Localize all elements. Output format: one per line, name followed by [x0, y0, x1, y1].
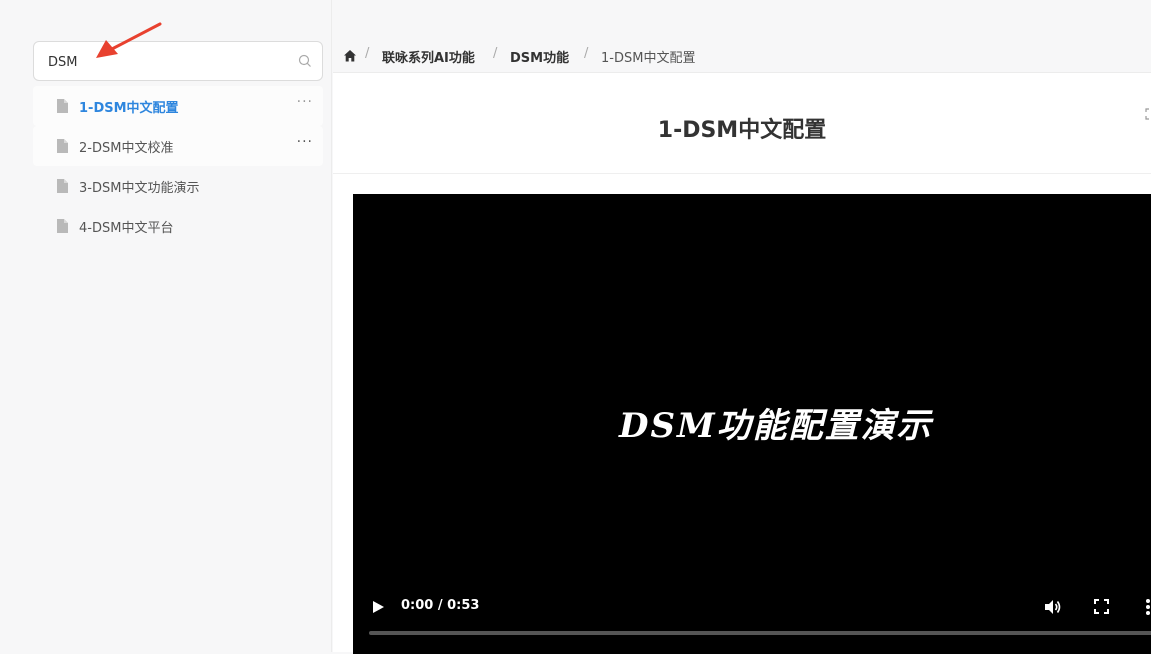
breadcrumb-separator: / [365, 46, 370, 61]
fullscreen-icon[interactable] [1094, 599, 1109, 614]
more-options-icon[interactable]: ··· [297, 94, 313, 110]
document-tree: 1-DSM中文配置 ··· 2-DSM中文校准 ··· 3-DSM中文功能演示 … [33, 86, 323, 246]
volume-icon[interactable] [1043, 598, 1061, 616]
search-icon[interactable] [298, 54, 312, 68]
search-input[interactable] [48, 51, 288, 73]
annotation-arrow-icon [96, 22, 162, 58]
breadcrumb-separator: / [584, 46, 589, 61]
more-options-icon[interactable]: ··· [297, 134, 313, 150]
home-icon[interactable] [343, 49, 357, 63]
breadcrumb: / 联咏系列AI功能 / DSM功能 / 1-DSM中文配置 [333, 40, 1151, 73]
main-content: / 联咏系列AI功能 / DSM功能 / 1-DSM中文配置 1-DSM中文配置… [333, 40, 1151, 654]
document-icon [57, 179, 68, 193]
video-overlay-text: DSM功能配置演示 [619, 406, 933, 446]
document-icon [57, 139, 68, 153]
video-progress-bar[interactable] [369, 631, 1151, 635]
tree-item-label: 1-DSM中文配置 [79, 101, 179, 116]
tree-item-label: 3-DSM中文功能演示 [79, 181, 200, 196]
play-icon[interactable] [371, 600, 385, 614]
sidebar: 1-DSM中文配置 ··· 2-DSM中文校准 ··· 3-DSM中文功能演示 … [0, 0, 332, 652]
breadcrumb-item[interactable]: DSM功能 [510, 47, 569, 66]
tree-item-1[interactable]: 1-DSM中文配置 ··· [33, 86, 323, 126]
tree-item-2[interactable]: 2-DSM中文校准 ··· [33, 126, 323, 166]
video-player[interactable]: DSM功能配置演示 0:00 / 0:53 [353, 194, 1151, 654]
video-time: 0:00 / 0:53 [401, 598, 480, 613]
expand-icon[interactable] [1145, 108, 1151, 120]
page-title: 1-DSM中文配置 [657, 118, 827, 143]
document-icon [57, 99, 68, 113]
more-vertical-icon[interactable] [1145, 598, 1151, 616]
document-icon [57, 219, 68, 233]
breadcrumb-current: 1-DSM中文配置 [601, 51, 696, 66]
tree-item-4[interactable]: 4-DSM中文平台 [33, 206, 323, 246]
search-box[interactable] [33, 41, 323, 81]
tree-item-label: 2-DSM中文校准 [79, 141, 174, 156]
breadcrumb-item[interactable]: 联咏系列AI功能 [382, 47, 475, 66]
tree-item-3[interactable]: 3-DSM中文功能演示 [33, 166, 323, 206]
breadcrumb-separator: / [493, 46, 498, 61]
divider [333, 173, 1151, 174]
tree-item-label: 4-DSM中文平台 [79, 221, 174, 236]
